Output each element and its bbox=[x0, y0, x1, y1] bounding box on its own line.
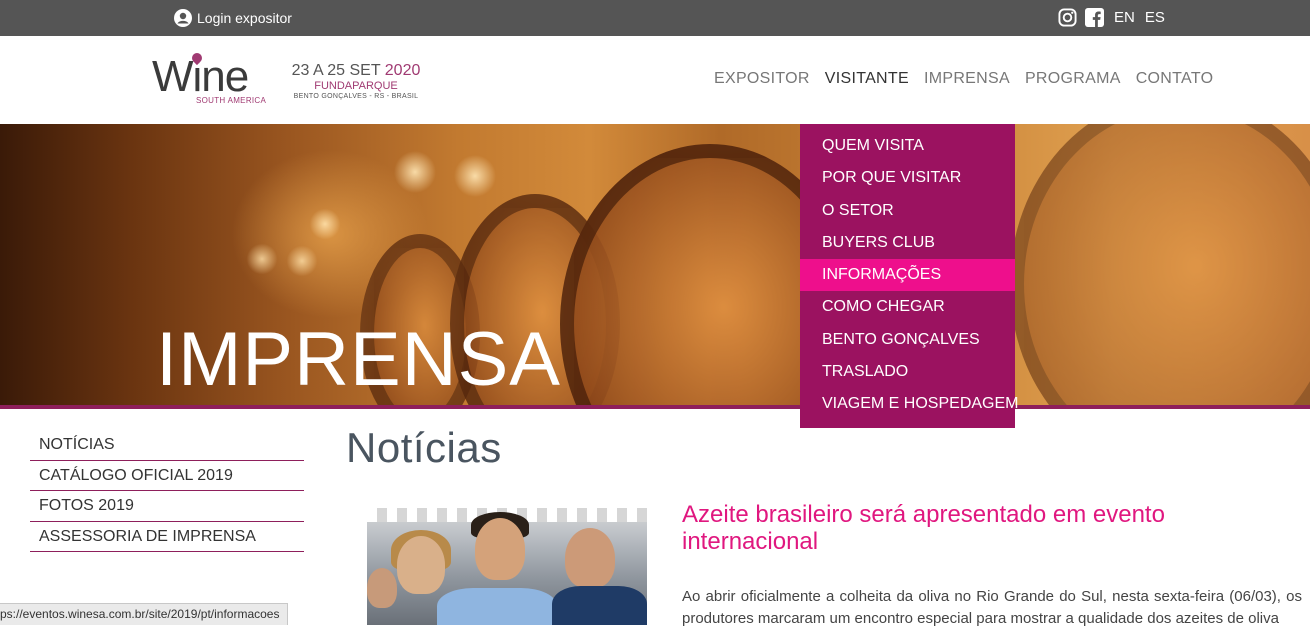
news-title-link[interactable]: Azeite brasileiro será apresentado em ev… bbox=[682, 501, 1242, 555]
sidebar-item-fotos[interactable]: FOTOS 2019 bbox=[30, 491, 304, 522]
photo-person bbox=[397, 536, 445, 594]
dropdown-item-o-setor[interactable]: O SETOR bbox=[800, 195, 1015, 227]
sidebar-item-catalogo[interactable]: CATÁLOGO OFICIAL 2019 bbox=[30, 461, 304, 491]
nav-contato[interactable]: CONTATO bbox=[1136, 70, 1214, 88]
site-header: Wine SOUTH AMERICA 23 A 25 SET 2020 FUND… bbox=[0, 36, 1310, 124]
sidebar-item-noticias[interactable]: NOTÍCIAS bbox=[30, 430, 304, 461]
hero-title: IMPRENSA bbox=[156, 317, 561, 402]
top-bar: Login expositor EN ES bbox=[0, 0, 1310, 36]
visitante-dropdown-menu: QUEM VISITA POR QUE VISITAR O SETOR BUYE… bbox=[800, 124, 1018, 428]
event-date-block: 23 A 25 SET 2020 FUNDAPARQUE BENTO GONÇA… bbox=[290, 62, 422, 101]
dropdown-item-informacoes[interactable]: INFORMAÇÕES bbox=[800, 259, 1015, 292]
main-nav: EXPOSITOR VISITANTE IMPRENSA PROGRAMA CO… bbox=[714, 70, 1213, 88]
photo-person bbox=[367, 568, 397, 608]
dropdown-item-bento-goncalves[interactable]: BENTO GONÇALVES bbox=[800, 324, 1015, 356]
barrel-image bbox=[1010, 124, 1310, 406]
photo-shirt bbox=[437, 588, 557, 625]
language-es-link[interactable]: ES bbox=[1145, 9, 1165, 26]
dropdown-item-buyers-club[interactable]: BUYERS CLUB bbox=[800, 227, 1015, 259]
news-excerpt: Ao abrir oficialmente a colheita da oliv… bbox=[682, 588, 1302, 627]
browser-status-url: ps://eventos.winesa.com.br/site/2019/pt/… bbox=[0, 603, 289, 625]
dropdown-item-por-que-visitar[interactable]: POR QUE VISITAR bbox=[800, 162, 1015, 194]
hero-banner: IMPRENSA bbox=[0, 124, 1310, 406]
login-label: Login expositor bbox=[197, 10, 292, 26]
event-venue: FUNDAPARQUE bbox=[314, 80, 398, 92]
wine-south-america-logo[interactable]: Wine SOUTH AMERICA bbox=[152, 50, 266, 110]
sidebar-item-assessoria[interactable]: ASSESSORIA DE IMPRENSA bbox=[30, 522, 304, 552]
instagram-icon[interactable] bbox=[1058, 8, 1077, 27]
news-photo[interactable] bbox=[367, 508, 647, 625]
logo-subtitle: SOUTH AMERICA bbox=[196, 96, 267, 105]
dropdown-item-viagem-e-hospedagem[interactable]: VIAGEM E HOSPEDAGEM bbox=[800, 388, 1018, 420]
nav-programa[interactable]: PROGRAMA bbox=[1025, 70, 1121, 88]
nav-expositor[interactable]: EXPOSITOR bbox=[714, 70, 810, 88]
photo-person bbox=[565, 528, 615, 588]
nav-imprensa[interactable]: IMPRENSA bbox=[924, 70, 1010, 88]
social-and-language: EN ES bbox=[1058, 8, 1165, 27]
login-expositor-link[interactable]: Login expositor bbox=[174, 9, 292, 27]
event-location: BENTO GONÇALVES - RS - BRASIL bbox=[293, 93, 419, 100]
dropdown-item-quem-visita[interactable]: QUEM VISITA bbox=[800, 130, 1015, 162]
dropdown-item-traslado[interactable]: TRASLADO bbox=[800, 356, 1015, 388]
hero-divider bbox=[0, 405, 1310, 409]
facebook-icon[interactable] bbox=[1085, 8, 1104, 27]
user-icon bbox=[174, 9, 192, 27]
imprensa-sidebar: NOTÍCIAS CATÁLOGO OFICIAL 2019 FOTOS 201… bbox=[30, 430, 304, 552]
section-title: Notícias bbox=[346, 424, 502, 471]
language-en-link[interactable]: EN bbox=[1114, 9, 1135, 26]
event-year: 2020 bbox=[384, 62, 421, 79]
dropdown-item-como-chegar[interactable]: COMO CHEGAR bbox=[800, 291, 1015, 323]
photo-person bbox=[475, 518, 525, 580]
event-dates: 23 A 25 SET 2020 bbox=[291, 62, 421, 79]
photo-shirt bbox=[552, 586, 647, 625]
nav-visitante[interactable]: VISITANTE bbox=[825, 70, 909, 88]
